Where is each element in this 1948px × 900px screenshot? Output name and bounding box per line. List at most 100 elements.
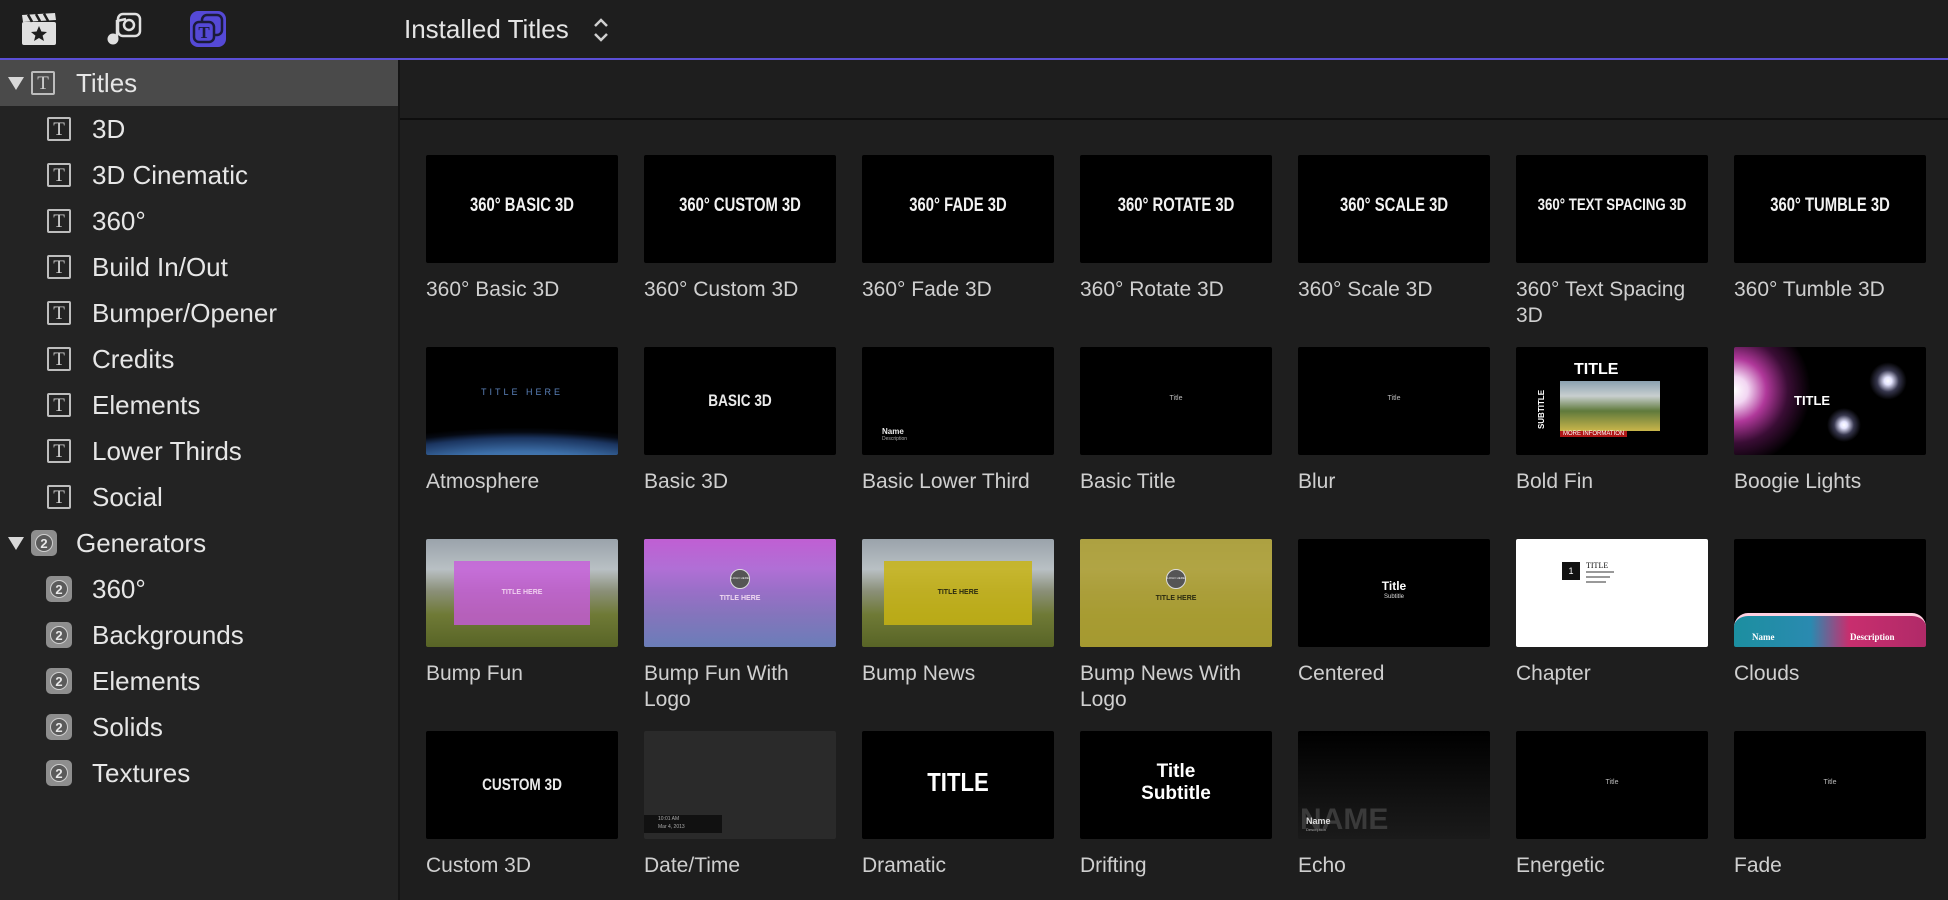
title-tile[interactable]: CUSTOM 3D Custom 3D	[426, 731, 618, 879]
title-tile[interactable]: TITLE HERE Bump Fun	[426, 539, 618, 687]
title-tile[interactable]: Title Subtitle Drifting	[1080, 731, 1272, 879]
title-thumbnail[interactable]: NAME Name Description	[1298, 731, 1490, 839]
sidebar-item[interactable]: T Elements	[0, 382, 398, 428]
title-thumbnail[interactable]: 360° TEXT SPACING 3D	[1516, 155, 1708, 263]
title-thumbnail[interactable]: Title	[1298, 347, 1490, 455]
title-thumbnail[interactable]: LOGO HERE TITLE HERE	[644, 539, 836, 647]
title-tile[interactable]: Name Description Clouds	[1734, 539, 1926, 687]
title-tile[interactable]: 360° CUSTOM 3D 360° Custom 3D	[644, 155, 836, 303]
title-tile[interactable]: 360° TEXT SPACING 3D 360° Text Spacing 3D	[1516, 155, 1708, 329]
clapper-star-icon[interactable]	[20, 10, 58, 48]
title-tile[interactable]: 360° SCALE 3D 360° Scale 3D	[1298, 155, 1490, 303]
title-tile-label: 360° Custom 3D	[644, 278, 799, 301]
title-thumbnail[interactable]: TITLE SUBTITLE MORE INFORMATION	[1516, 347, 1708, 455]
title-thumbnail[interactable]: 360° TUMBLE 3D	[1734, 155, 1926, 263]
title-thumbnail[interactable]: Name Description	[1734, 539, 1926, 647]
title-thumbnail[interactable]: 1 TITLE	[1516, 539, 1708, 647]
title-thumbnail[interactable]: Title	[1516, 731, 1708, 839]
sidebar-item[interactable]: 2 360°	[0, 566, 398, 612]
title-tile[interactable]: TITLE HERE Bump News	[862, 539, 1054, 687]
sidebar-item[interactable]: T Bumper/Opener	[0, 290, 398, 336]
title-tile[interactable]: Title Subtitle Centered	[1298, 539, 1490, 687]
sidebar-item[interactable]: T Lower Thirds	[0, 428, 398, 474]
title-tile[interactable]: Title Basic Title	[1080, 347, 1272, 495]
title-thumbnail[interactable]: TITLE	[862, 731, 1054, 839]
thumbnail-text: 360° BASIC 3D	[470, 195, 574, 216]
title-thumbnail[interactable]: BASIC 3D	[644, 347, 836, 455]
title-thumbnail[interactable]: 10:01 AM Mar 4, 2013	[644, 731, 836, 839]
title-tile[interactable]: Title Fade	[1734, 731, 1926, 879]
sidebar-item[interactable]: 2 Backgrounds	[0, 612, 398, 658]
title-thumbnail[interactable]: LOGO HERE TITLE HERE	[1080, 539, 1272, 647]
title-thumbnail[interactable]: Title	[1734, 731, 1926, 839]
star-sparkle	[1824, 405, 1864, 445]
title-tile[interactable]: Name Description Basic Lower Third	[862, 347, 1054, 495]
title-tile-label: Drifting	[1080, 854, 1147, 877]
sidebar-item[interactable]: 2 Textures	[0, 750, 398, 796]
title-tile[interactable]: LOGO HERE TITLE HERE Bump News With Logo	[1080, 539, 1272, 713]
sidebar-item-label: Credits	[92, 343, 175, 374]
title-thumbnail[interactable]: 360° FADE 3D	[862, 155, 1054, 263]
sidebar-item[interactable]: T 3D	[0, 106, 398, 152]
title-thumbnail[interactable]: 360° ROTATE 3D	[1080, 155, 1272, 263]
title-tile[interactable]: 360° FADE 3D 360° Fade 3D	[862, 155, 1054, 303]
title-tile[interactable]: 360° TUMBLE 3D 360° Tumble 3D	[1734, 155, 1926, 303]
title-tile[interactable]: TITLE Dramatic	[862, 731, 1054, 879]
title-thumbnail[interactable]: CUSTOM 3D	[426, 731, 618, 839]
title-thumbnail[interactable]: TITLE HERE	[862, 539, 1054, 647]
sidebar-group-generators[interactable]: 2 Generators	[0, 520, 398, 566]
title-thumbnail[interactable]: Name Description	[862, 347, 1054, 455]
sidebar-item[interactable]: T Credits	[0, 336, 398, 382]
generator-icon-glyph: 2	[50, 718, 68, 736]
title-thumbnail[interactable]: 360° BASIC 3D	[426, 155, 618, 263]
title-tile-label: 360° Text Spacing 3D	[1516, 278, 1686, 327]
title-thumbnail[interactable]: Title	[1080, 347, 1272, 455]
generator-icon: 2	[31, 530, 57, 556]
title-tile-label: Blur	[1298, 470, 1336, 493]
title-tile-label: Date/Time	[644, 854, 741, 877]
title-tile[interactable]: BASIC 3D Basic 3D	[644, 347, 836, 495]
chevron-updown-icon[interactable]	[592, 16, 610, 44]
sidebar-item-label: 360°	[92, 573, 146, 604]
thumbnail-text: BASIC 3D	[708, 391, 772, 410]
title-thumbnail[interactable]: TITLE HERE	[426, 539, 618, 647]
sidebar-group-titles[interactable]: T Titles	[0, 60, 398, 106]
title-thumbnail[interactable]: 360° CUSTOM 3D	[644, 155, 836, 263]
sidebar-item[interactable]: T 360°	[0, 198, 398, 244]
title-tile[interactable]: TITLE SUBTITLE MORE INFORMATION Bold Fin	[1516, 347, 1708, 495]
title-tile[interactable]: TITLE HERE Atmosphere	[426, 347, 618, 495]
thumbnail-subtext: Description	[1850, 632, 1895, 642]
sidebar-item-label: Backgrounds	[92, 619, 244, 650]
title-tile[interactable]: 10:01 AM Mar 4, 2013 Date/Time	[644, 731, 836, 879]
chapter-number-box: 1	[1562, 562, 1580, 580]
titles-generators-icon[interactable]: T	[190, 11, 226, 47]
title-tile[interactable]: 1 TITLE Chapter	[1516, 539, 1708, 687]
title-tile[interactable]: Title Blur	[1298, 347, 1490, 495]
title-thumbnail[interactable]: Title Subtitle	[1298, 539, 1490, 647]
title-tile[interactable]: LOGO HERE TITLE HERE Bump Fun With Logo	[644, 539, 836, 713]
disclosure-triangle-icon[interactable]	[8, 77, 24, 90]
thumbnail-text: 360° CUSTOM 3D	[679, 195, 801, 216]
title-thumbnail[interactable]: 360° SCALE 3D	[1298, 155, 1490, 263]
thumbnail-subtext: Subtitle	[1141, 783, 1211, 804]
music-photo-icon[interactable]	[104, 10, 142, 48]
title-thumbnail[interactable]: Title Subtitle	[1080, 731, 1272, 839]
title-tile[interactable]: 360° ROTATE 3D 360° Rotate 3D	[1080, 155, 1272, 303]
title-thumbnail[interactable]: TITLE	[1734, 347, 1926, 455]
sidebar-item[interactable]: T Build In/Out	[0, 244, 398, 290]
sidebar-item-label: 3D Cinematic	[92, 159, 249, 190]
title-tile[interactable]: Title Energetic	[1516, 731, 1708, 879]
sidebar-item[interactable]: 2 Elements	[0, 658, 398, 704]
title-tile[interactable]: TITLE Boogie Lights	[1734, 347, 1926, 495]
sidebar-item[interactable]: T Social	[0, 474, 398, 520]
title-tile[interactable]: 360° BASIC 3D 360° Basic 3D	[426, 155, 618, 303]
title-tile-label: Basic 3D	[644, 470, 729, 493]
sidebar-item[interactable]: T 3D Cinematic	[0, 152, 398, 198]
color-overlay	[644, 539, 836, 647]
title-tile[interactable]: NAME Name Description Echo	[1298, 731, 1490, 879]
browser-title[interactable]: Installed Titles	[404, 14, 569, 45]
title-thumbnail[interactable]: TITLE HERE	[426, 347, 618, 455]
thumbnail-extra: Description	[1306, 827, 1327, 832]
sidebar-item[interactable]: 2 Solids	[0, 704, 398, 750]
disclosure-triangle-icon[interactable]	[8, 537, 24, 550]
